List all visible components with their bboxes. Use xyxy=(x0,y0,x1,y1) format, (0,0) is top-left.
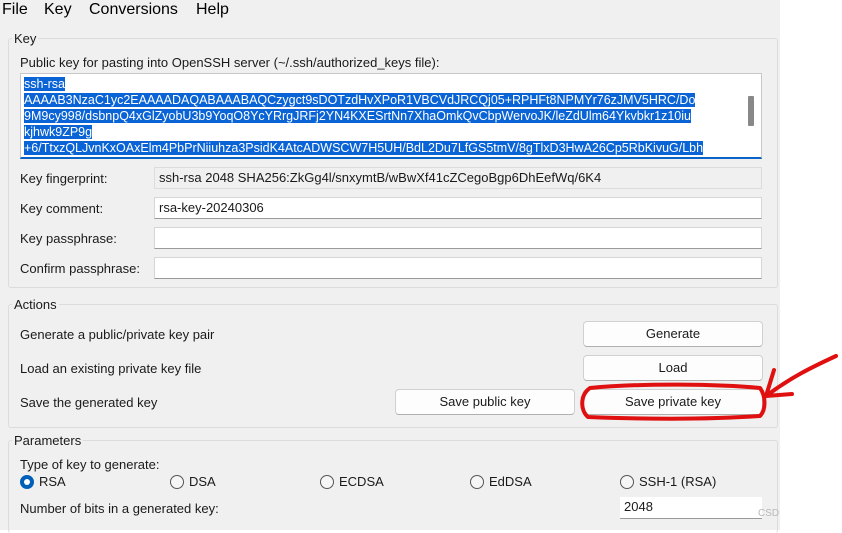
public-key-line: +6/TtxzQLJvnKxOAxElm4PbPrNiiuhza3PsidK4A… xyxy=(24,141,704,155)
menu-conversions[interactable]: Conversions xyxy=(89,0,178,20)
radio-label: ECDSA xyxy=(339,474,384,489)
comment-field[interactable]: rsa-key-20240306 xyxy=(154,197,762,219)
radio-label: RSA xyxy=(39,474,66,489)
public-key-line: AAAAB3NzaC1yc2EAAAADAQABAAABAQCzygct9sDO… xyxy=(24,93,696,107)
save-private-key-button[interactable]: Save private key xyxy=(583,389,763,415)
passphrase-label: Key passphrase: xyxy=(20,231,117,246)
radio-label: SSH-1 (RSA) xyxy=(639,474,717,489)
radio-unselected-icon xyxy=(470,474,484,489)
radio-dsa[interactable]: DSA xyxy=(170,474,216,489)
key-type-label: Type of key to generate: xyxy=(20,457,160,472)
radio-selected-icon xyxy=(20,474,34,489)
public-key-line: 9M9cy998/dsbnpQ4xGlZyobU3b9YoqO8YcYRrgJR… xyxy=(24,109,691,123)
radio-unselected-icon xyxy=(620,474,634,489)
watermark: CSD xyxy=(758,508,780,519)
key-group-title: Key xyxy=(12,31,39,46)
load-label: Load an existing private key file xyxy=(20,361,202,376)
menu-bar: File Key Conversions Help xyxy=(0,0,780,22)
menu-file[interactable]: File xyxy=(2,0,28,20)
radio-rsa[interactable]: RSA xyxy=(20,474,66,489)
menu-help[interactable]: Help xyxy=(196,0,229,20)
actions-group-title: Actions xyxy=(12,297,59,312)
public-key-label: Public key for pasting into OpenSSH serv… xyxy=(20,55,440,70)
save-public-key-button[interactable]: Save public key xyxy=(395,389,575,415)
bits-label: Number of bits in a generated key: xyxy=(20,501,219,516)
radio-label: DSA xyxy=(189,474,216,489)
public-key-scrollbar-thumb[interactable] xyxy=(748,96,754,126)
radio-eddsa[interactable]: EdDSA xyxy=(470,474,532,489)
save-label: Save the generated key xyxy=(20,395,158,410)
radio-ssh1-rsa[interactable]: SSH-1 (RSA) xyxy=(620,474,716,489)
menu-key[interactable]: Key xyxy=(44,0,72,20)
radio-unselected-icon xyxy=(170,474,184,489)
comment-label: Key comment: xyxy=(20,201,104,216)
fingerprint-field[interactable]: ssh-rsa 2048 SHA256:ZkGg4l/snxymtB/wBwXf… xyxy=(154,167,762,189)
public-key-line: kjhwk9ZP9g xyxy=(24,125,93,139)
public-key-textarea[interactable]: ssh-rsa AAAAB3NzaC1yc2EAAAADAQABAAABAQCz… xyxy=(20,73,762,159)
confirm-passphrase-field[interactable] xyxy=(154,257,762,279)
load-button[interactable]: Load xyxy=(583,355,763,381)
confirm-passphrase-label: Confirm passphrase: xyxy=(20,261,140,276)
generate-button[interactable]: Generate xyxy=(583,321,763,347)
parameters-group-title: Parameters xyxy=(12,433,84,448)
passphrase-field[interactable] xyxy=(154,227,762,249)
fingerprint-label: Key fingerprint: xyxy=(20,171,108,186)
radio-label: EdDSA xyxy=(489,474,532,489)
radio-ecdsa[interactable]: ECDSA xyxy=(320,474,384,489)
generate-label: Generate a public/private key pair xyxy=(20,327,215,342)
bits-field[interactable]: 2048 xyxy=(620,497,762,519)
public-key-line: ssh-rsa xyxy=(24,77,65,91)
radio-unselected-icon xyxy=(320,474,334,489)
